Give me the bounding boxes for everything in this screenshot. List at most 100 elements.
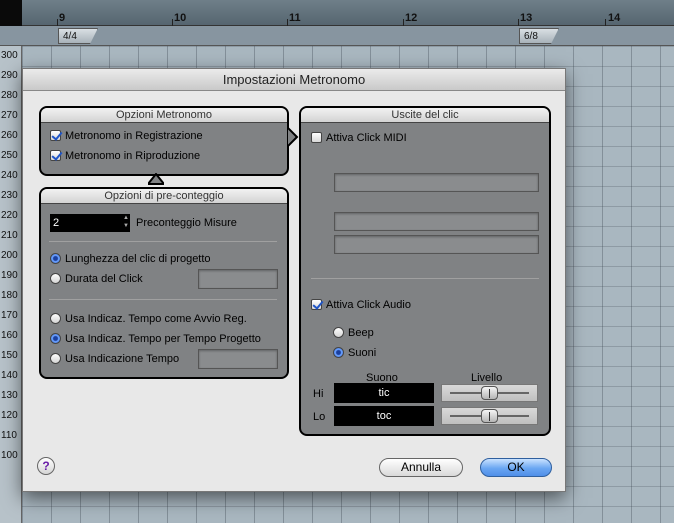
project-click-length-label: Lunghezza del clic di progetto	[65, 253, 211, 265]
divider	[49, 299, 277, 300]
pitch-label: 300	[1, 50, 18, 61]
project-click-length-radio[interactable]	[50, 253, 61, 264]
lo-level-slider[interactable]	[441, 407, 538, 425]
pitch-label: 190	[1, 270, 18, 281]
hi-level-slider[interactable]	[441, 384, 538, 402]
ruler-tick	[287, 19, 288, 26]
tempo-project-radio[interactable]	[50, 333, 61, 344]
help-button[interactable]: ?	[37, 457, 55, 475]
playback-metronome-option[interactable]: Metronomo in Riproduzione	[50, 150, 200, 162]
audio-click-checkbox[interactable]	[311, 299, 322, 310]
precount-bars-value: 2	[53, 217, 60, 229]
pitch-label: 200	[1, 250, 18, 261]
ruler-bar-9: 9	[59, 12, 66, 24]
midi-note-field[interactable]	[334, 235, 539, 254]
precount-options-header: Opzioni di pre-conteggio	[41, 189, 287, 204]
tempo-project-label: Usa Indicaz. Tempo per Tempo Progetto	[65, 333, 261, 345]
pitch-label: 230	[1, 190, 18, 201]
click-duration-label: Durata del Click	[65, 273, 143, 285]
playback-metronome-checkbox[interactable]	[50, 150, 61, 161]
precount-options-panel: Opzioni di pre-conteggio 2 ▲ ▼ Preconteg…	[39, 187, 289, 379]
stepper-up-icon[interactable]: ▲	[123, 215, 129, 222]
dialog-title[interactable]: Impostazioni Metronomo	[23, 69, 565, 91]
bar-ruler[interactable]: 9 10 11 12 13 14	[0, 0, 674, 26]
panel-link-arrow-icon	[148, 173, 164, 185]
pitch-axis: 300 290 280 270 260 250 240 230 220 210 200 190 180 1…	[0, 46, 22, 523]
pitch-label: 130	[1, 390, 18, 401]
beep-radio[interactable]	[333, 327, 344, 338]
cancel-button[interactable]: Annulla	[379, 458, 463, 477]
pitch-label: 110	[1, 430, 17, 441]
ruler-bar-12: 12	[405, 12, 418, 24]
hi-sound-field[interactable]: tic	[334, 383, 434, 403]
signature-track[interactable]: 4/4 6/8	[0, 26, 674, 46]
midi-port-field[interactable]	[334, 173, 539, 192]
divider	[311, 278, 539, 279]
sounds-radio[interactable]	[333, 347, 344, 358]
hi-level-knob[interactable]	[481, 386, 498, 400]
beep-option[interactable]: Beep	[333, 327, 374, 339]
tempo-start-label: Usa Indicaz. Tempo come Avvio Reg.	[65, 313, 247, 325]
panel-link-arrow-icon	[287, 127, 299, 147]
ruler-bar-10: 10	[174, 12, 187, 24]
precount-bars-stepper[interactable]: 2 ▲ ▼	[50, 214, 130, 232]
metronome-options-header: Opzioni Metronomo	[41, 108, 287, 123]
tempo-start-radio[interactable]	[50, 313, 61, 324]
sounds-option[interactable]: Suoni	[333, 347, 376, 359]
audio-click-option[interactable]: Attiva Click Audio	[311, 299, 411, 311]
midi-click-option[interactable]: Attiva Click MIDI	[311, 132, 407, 144]
time-signature-marker[interactable]: 6/8	[519, 28, 559, 44]
tempo-indication-radio[interactable]	[50, 353, 61, 364]
ruler-corner	[0, 0, 22, 26]
time-signature-marker[interactable]: 4/4	[58, 28, 98, 44]
click-outputs-panel: Uscite del clic Attiva Click MIDI Attiva…	[299, 106, 551, 436]
pitch-label: 150	[1, 350, 18, 361]
midi-click-label: Attiva Click MIDI	[326, 132, 407, 144]
record-metronome-label: Metronomo in Registrazione	[65, 130, 203, 142]
pitch-label: 240	[1, 170, 18, 181]
tempo-project-option[interactable]: Usa Indicaz. Tempo per Tempo Progetto	[50, 333, 286, 345]
ruler-bar-11: 11	[289, 12, 301, 24]
playback-metronome-label: Metronomo in Riproduzione	[65, 150, 201, 162]
beep-label: Beep	[348, 327, 374, 339]
click-duration-radio[interactable]	[50, 273, 61, 284]
pitch-label: 160	[1, 330, 18, 341]
ruler-tick	[172, 19, 173, 26]
tempo-indication-label: Usa Indicazione Tempo	[65, 353, 180, 365]
record-metronome-option[interactable]: Metronomo in Registrazione	[50, 130, 203, 142]
audio-click-label: Attiva Click Audio	[326, 299, 411, 311]
record-metronome-checkbox[interactable]	[50, 130, 61, 141]
midi-channel-field[interactable]	[334, 212, 539, 231]
pitch-label: 170	[1, 310, 18, 321]
ruler-bar-14: 14	[608, 12, 621, 24]
ruler-tick	[403, 19, 404, 26]
tempo-start-option[interactable]: Usa Indicaz. Tempo come Avvio Reg.	[50, 313, 247, 325]
divider	[49, 241, 277, 242]
metronome-options-panel: Opzioni Metronomo Metronomo in Registraz…	[39, 106, 289, 176]
pitch-label: 220	[1, 210, 18, 221]
lo-sound-field[interactable]: toc	[334, 406, 434, 426]
tempo-indication-option[interactable]: Usa Indicazione Tempo	[50, 353, 179, 365]
lo-level-knob[interactable]	[481, 409, 498, 423]
project-click-length-option[interactable]: Lunghezza del clic di progetto	[50, 253, 211, 265]
pitch-label: 210	[1, 230, 18, 241]
pitch-label: 250	[1, 150, 18, 161]
stepper-down-icon[interactable]: ▼	[123, 223, 129, 230]
pitch-label: 180	[1, 290, 18, 301]
ok-button[interactable]: OK	[480, 458, 552, 477]
click-outputs-header: Uscite del clic	[301, 108, 549, 123]
click-duration-option[interactable]: Durata del Click	[50, 273, 143, 285]
click-duration-field[interactable]	[198, 269, 278, 289]
tempo-indication-field[interactable]	[198, 349, 278, 369]
lo-label: Lo	[313, 411, 326, 423]
sounds-label: Suoni	[348, 347, 377, 359]
precount-bars-label: Preconteggio Misure	[136, 217, 237, 229]
ruler-tick	[57, 19, 58, 26]
pitch-label: 280	[1, 90, 18, 101]
metronome-settings-dialog: Impostazioni Metronomo Opzioni Metronomo…	[22, 68, 566, 492]
pitch-label: 120	[1, 410, 18, 421]
ruler-tick	[518, 19, 519, 26]
level-column-header: Livello	[471, 372, 503, 384]
pitch-label: 100	[1, 450, 18, 461]
midi-click-checkbox[interactable]	[311, 132, 322, 143]
